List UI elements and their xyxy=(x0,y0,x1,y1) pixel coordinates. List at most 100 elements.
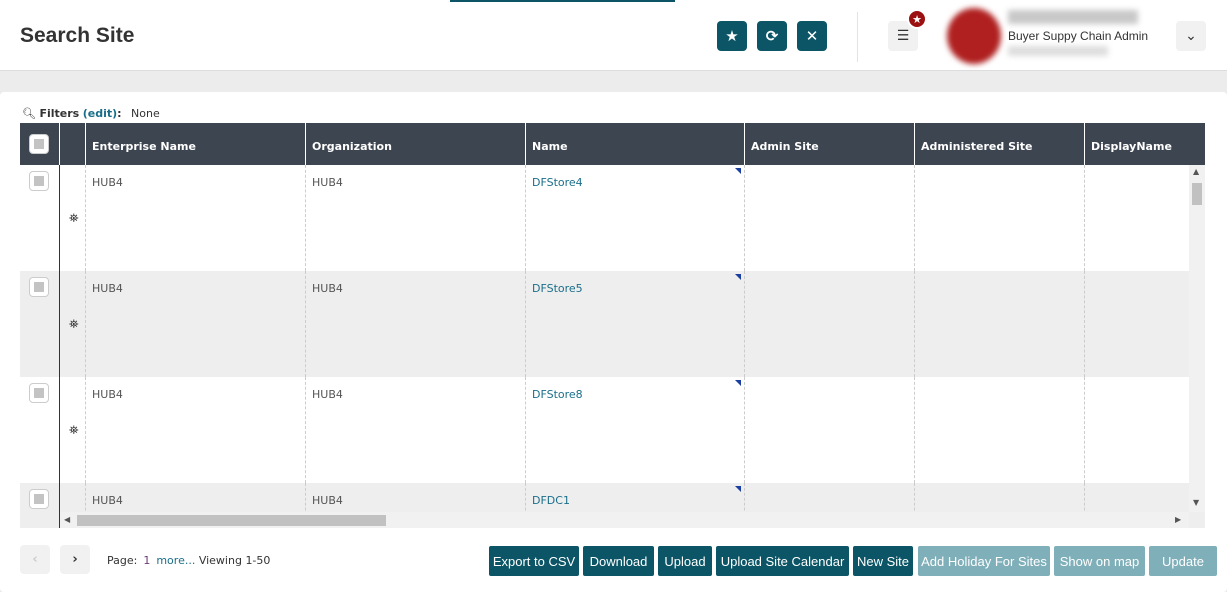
enterprise-cell: HUB4 xyxy=(85,377,305,483)
header: Search Site ★ ⟳ ✕ ☰ ★ Buyer Suppy Chain … xyxy=(0,0,1227,71)
row-checkbox[interactable] xyxy=(29,277,49,297)
name-cell-text[interactable]: DFStore5 xyxy=(532,282,583,295)
chevron-right-icon: › xyxy=(72,552,78,567)
export-csv-button[interactable]: Export to CSV xyxy=(489,546,579,576)
upload-site-calendar-button[interactable]: Upload Site Calendar xyxy=(716,546,849,576)
filters-label: Filters xyxy=(39,107,80,120)
site-location-icon[interactable]: ⛯ xyxy=(69,423,79,438)
row-checkbox[interactable] xyxy=(29,171,49,191)
filters-bar: 🔍︎ Filters (edit): None xyxy=(22,107,160,120)
new-site-button[interactable]: New Site xyxy=(853,546,913,576)
cell-marker-icon xyxy=(735,486,741,492)
administered-site-cell xyxy=(914,165,1084,271)
enterprise-cell-text: HUB4 xyxy=(92,282,123,295)
column-header-admin-site[interactable]: Admin Site xyxy=(744,123,914,165)
refresh-icon: ⟳ xyxy=(765,27,779,45)
table-row[interactable]: ⛯ HUB4 HUB4 DFStore5 xyxy=(20,271,1205,377)
name-cell-text[interactable]: DFStore4 xyxy=(532,176,583,189)
row-checkbox[interactable] xyxy=(29,489,49,509)
displayname-cell xyxy=(1084,165,1205,271)
vertical-scrollbar[interactable]: ▲ ▼ xyxy=(1189,165,1205,512)
name-cell-text[interactable]: DFStore8 xyxy=(532,388,583,401)
displayname-cell xyxy=(1084,377,1205,483)
name-cell[interactable]: DFStore5 xyxy=(525,271,744,377)
page-number[interactable]: 1 xyxy=(143,554,150,567)
page-label: Page: xyxy=(107,554,138,567)
administered-site-cell xyxy=(914,377,1084,483)
user-name-redacted xyxy=(1008,10,1138,24)
table-row[interactable]: ⛯ HUB4 HUB4 DFStore4 xyxy=(20,165,1205,271)
filters-colon: : xyxy=(117,107,122,120)
avatar[interactable] xyxy=(947,8,1001,64)
row-checkbox[interactable] xyxy=(29,383,49,403)
active-tab-indicator xyxy=(450,0,675,2)
site-location-icon[interactable]: ⛯ xyxy=(69,317,79,332)
update-button[interactable]: Update xyxy=(1149,546,1217,576)
favorite-button[interactable]: ★ xyxy=(717,21,747,51)
scroll-right-icon[interactable]: ▶ xyxy=(1175,515,1181,524)
next-page-button[interactable]: › xyxy=(60,545,90,574)
organization-cell-text: HUB4 xyxy=(312,494,343,507)
enterprise-cell-text: HUB4 xyxy=(92,494,123,507)
favorites-badge-icon[interactable]: ★ xyxy=(907,9,927,29)
hamburger-icon: ☰ xyxy=(896,28,910,44)
vertical-scroll-thumb[interactable] xyxy=(1192,183,1202,205)
show-on-map-button[interactable]: Show on map xyxy=(1054,546,1145,576)
upload-button[interactable]: Upload xyxy=(658,546,712,576)
pager: Page: 1 more... Viewing 1-50 xyxy=(107,554,270,567)
frozen-column-divider xyxy=(59,165,60,528)
scroll-up-icon[interactable]: ▲ xyxy=(1193,167,1199,176)
cell-marker-icon xyxy=(735,168,741,174)
more-pages-link[interactable]: more... xyxy=(156,554,195,567)
viewing-range: Viewing 1-50 xyxy=(198,554,271,567)
user-role: Buyer Suppy Chain Admin xyxy=(1008,29,1149,43)
horizontal-scrollbar[interactable]: ◀ ▶ xyxy=(60,512,1189,528)
download-button[interactable]: Download xyxy=(583,546,654,576)
horizontal-scroll-thumb[interactable] xyxy=(77,515,386,526)
organization-cell-text: HUB4 xyxy=(312,388,343,401)
chevron-down-icon: ⌄ xyxy=(1185,28,1197,44)
filters-edit-link[interactable]: (edit) xyxy=(83,107,117,120)
chevron-left-icon: ‹ xyxy=(32,552,38,567)
user-menu-button[interactable]: ⌄ xyxy=(1176,21,1206,51)
star-icon: ★ xyxy=(725,27,739,45)
enterprise-cell: HUB4 xyxy=(85,165,305,271)
add-holiday-button[interactable]: Add Holiday For Sites xyxy=(918,546,1050,576)
table-header: Enterprise Name Organization Name Admin … xyxy=(20,123,1205,165)
name-cell-text[interactable]: DFDC1 xyxy=(532,494,570,507)
scroll-left-icon[interactable]: ◀ xyxy=(64,515,70,524)
column-header-organization[interactable]: Organization xyxy=(305,123,525,165)
enterprise-cell-text: HUB4 xyxy=(92,176,123,189)
user-org-redacted xyxy=(1008,46,1108,56)
sites-table: Enterprise Name Organization Name Admin … xyxy=(20,123,1205,528)
refresh-button[interactable]: ⟳ xyxy=(757,21,787,51)
cell-marker-icon xyxy=(735,274,741,280)
select-all-checkbox[interactable] xyxy=(29,134,49,154)
search-icon: 🔍︎ xyxy=(22,107,36,120)
close-button[interactable]: ✕ xyxy=(797,21,827,51)
column-header-name[interactable]: Name xyxy=(525,123,744,165)
admin-site-cell xyxy=(744,377,914,483)
enterprise-cell-text: HUB4 xyxy=(92,388,123,401)
divider xyxy=(857,12,858,62)
page-title: Search Site xyxy=(20,24,135,47)
site-location-icon[interactable]: ⛯ xyxy=(69,211,79,226)
organization-cell: HUB4 xyxy=(305,377,525,483)
organization-cell: HUB4 xyxy=(305,271,525,377)
scroll-down-icon[interactable]: ▼ xyxy=(1193,498,1199,507)
icon-column-header xyxy=(59,123,85,165)
admin-site-cell xyxy=(744,271,914,377)
organization-cell-text: HUB4 xyxy=(312,282,343,295)
column-header-enterprise[interactable]: Enterprise Name xyxy=(85,123,305,165)
cell-marker-icon xyxy=(735,380,741,386)
name-cell[interactable]: DFStore8 xyxy=(525,377,744,483)
close-icon: ✕ xyxy=(805,27,819,45)
table-row[interactable]: ⛯ HUB4 HUB4 DFStore8 xyxy=(20,377,1205,483)
organization-cell-text: HUB4 xyxy=(312,176,343,189)
name-cell[interactable]: DFStore4 xyxy=(525,165,744,271)
column-header-administered-site[interactable]: Administered Site xyxy=(914,123,1084,165)
column-header-displayname[interactable]: DisplayName xyxy=(1084,123,1205,165)
organization-cell: HUB4 xyxy=(305,165,525,271)
displayname-cell xyxy=(1084,271,1205,377)
prev-page-button[interactable]: ‹ xyxy=(20,545,50,574)
